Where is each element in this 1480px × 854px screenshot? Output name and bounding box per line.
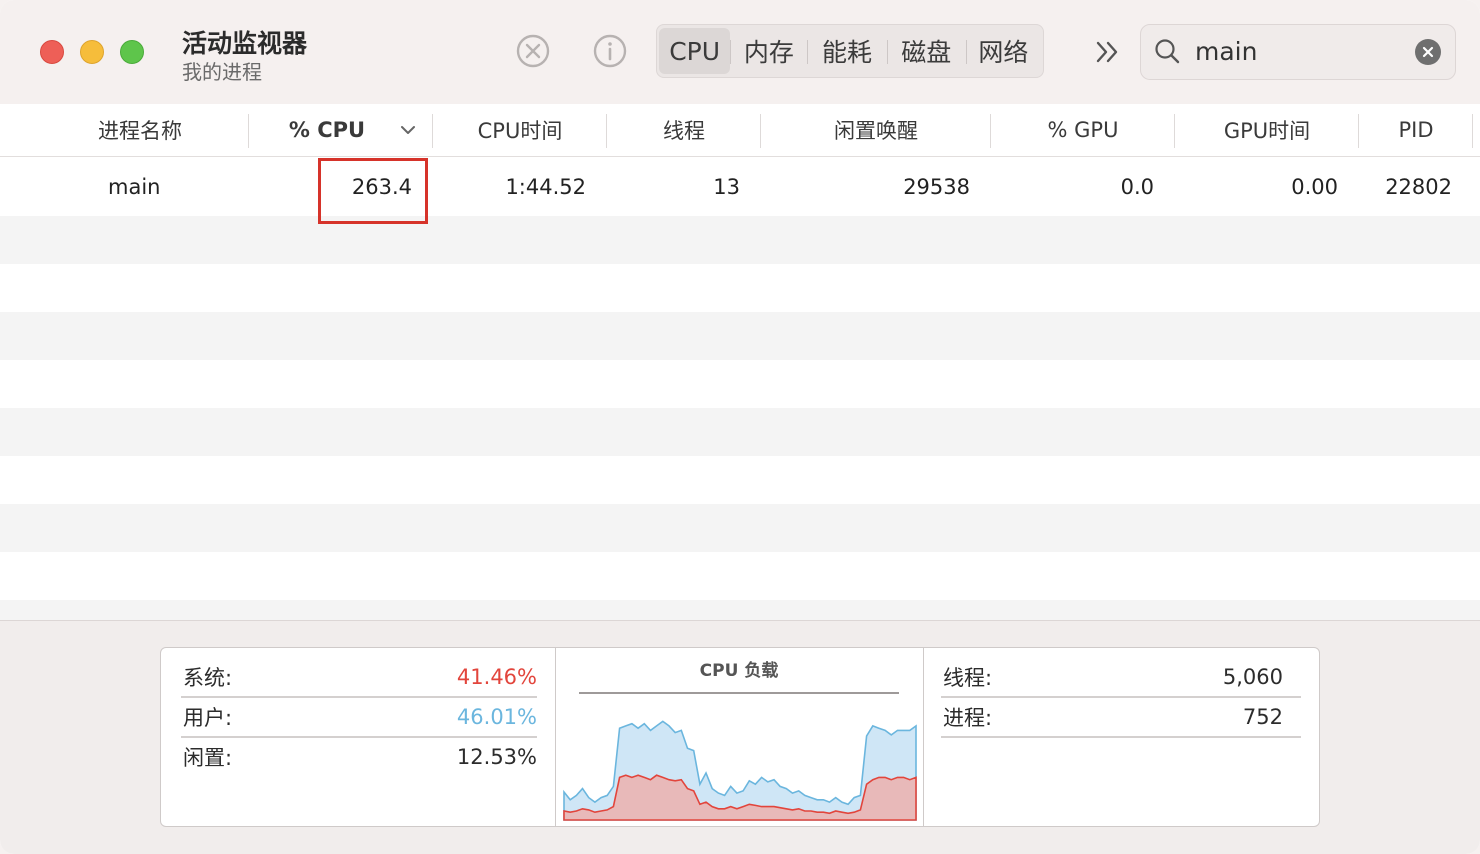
app-title: 活动监视器: [182, 29, 308, 58]
stat-system: 系统: 41.46%: [183, 658, 537, 696]
col-header-idle-wake-ups[interactable]: 闲置唤醒: [762, 104, 990, 156]
column-divider[interactable]: [1472, 114, 1473, 148]
divider: [941, 736, 1301, 738]
stat-system-value: 41.46%: [456, 665, 537, 689]
cpu-load-chart-title: CPU 负载: [699, 661, 779, 681]
stat-idle-value: 12.53%: [456, 745, 537, 769]
empty-row: [0, 264, 1480, 312]
info-circle-icon: [593, 34, 627, 68]
column-divider[interactable]: [760, 114, 761, 148]
col-header-threads[interactable]: 线程: [608, 104, 760, 156]
cell-threads: 13: [713, 175, 740, 199]
info-button[interactable]: [591, 32, 629, 70]
stat-threads: 线程: 5,060: [943, 658, 1283, 696]
empty-row: [0, 312, 1480, 360]
magnifier-icon: [1155, 39, 1180, 64]
pane-divider: [555, 648, 556, 826]
cell-cpu-time: 1:44.52: [505, 175, 586, 199]
cell-gpu-percent: 0.0: [1120, 175, 1154, 199]
column-divider[interactable]: [606, 114, 607, 148]
stat-user: 用户: 46.01%: [183, 698, 537, 736]
column-divider[interactable]: [1358, 114, 1359, 148]
search-field[interactable]: main: [1140, 24, 1456, 80]
stat-processes-value: 752: [1242, 705, 1283, 729]
table-row[interactable]: main 263.4 1:44.52 13 29538 0.0 0.00 228…: [0, 157, 1480, 215]
empty-row: [0, 456, 1480, 504]
maximize-window-button[interactable]: [120, 40, 144, 64]
col-header-gpu-percent[interactable]: % GPU: [992, 104, 1174, 156]
stat-system-label: 系统:: [183, 666, 233, 690]
stat-processes: 进程: 752: [943, 698, 1283, 736]
stat-user-value: 46.01%: [456, 705, 537, 729]
column-divider[interactable]: [1174, 114, 1175, 148]
col-header-pid[interactable]: PID: [1360, 104, 1472, 156]
tab-energy[interactable]: 能耗: [807, 28, 886, 74]
cpu-load-chart: [563, 720, 917, 821]
minimize-window-button[interactable]: [80, 40, 104, 64]
empty-row: [0, 504, 1480, 552]
stat-idle-label: 闲置:: [183, 746, 233, 770]
cpu-value-highlight-box: [318, 158, 428, 224]
col-header-gpu-time[interactable]: GPU时间: [1176, 104, 1358, 156]
tab-cpu[interactable]: CPU: [659, 28, 731, 74]
empty-row: [0, 216, 1480, 264]
stat-idle: 闲置: 12.53%: [183, 738, 537, 776]
empty-row: [0, 600, 1480, 621]
clear-search-button[interactable]: [1415, 39, 1441, 65]
process-table: main 263.4 1:44.52 13 29538 0.0 0.00 228…: [0, 157, 1480, 621]
cell-gpu-time: 0.00: [1291, 175, 1338, 199]
stats-box: 系统: 41.46% 用户: 46.01% 闲置: 12.53% CPU 负载: [160, 647, 1320, 827]
tab-memory[interactable]: 内存: [730, 28, 807, 74]
col-header-cpu-time[interactable]: CPU时间: [434, 104, 606, 156]
cpu-summary-panel: 系统: 41.46% 用户: 46.01% 闲置: 12.53% CPU 负载: [0, 620, 1480, 854]
app-subtitle: 我的进程: [182, 60, 262, 84]
close-window-button[interactable]: [40, 40, 64, 64]
column-divider[interactable]: [990, 114, 991, 148]
stat-threads-value: 5,060: [1222, 665, 1283, 689]
clear-x-icon: [1422, 46, 1434, 58]
cell-idle-wake-ups: 29538: [903, 175, 970, 199]
column-divider[interactable]: [432, 114, 433, 148]
sort-descending-chevron-icon[interactable]: [400, 124, 416, 136]
tab-disk[interactable]: 磁盘: [886, 28, 966, 74]
empty-row: [0, 408, 1480, 456]
view-tabs: CPU 内存 能耗 磁盘 网络: [656, 24, 1044, 78]
col-header-process-name[interactable]: 进程名称: [30, 104, 250, 156]
column-divider[interactable]: [248, 114, 249, 148]
stat-user-label: 用户:: [183, 706, 233, 730]
activity-monitor-window: 活动监视器 我的进程 CPU 内存 能耗 磁盘 网络 main 进程名称 % C…: [0, 0, 1480, 854]
empty-row: [0, 552, 1480, 600]
stop-process-button[interactable]: [514, 32, 552, 70]
empty-row: [0, 360, 1480, 408]
cell-process-name: main: [108, 175, 161, 199]
table-header: 进程名称 % CPU CPU时间 线程 闲置唤醒 % GPU GPU时间 PID: [0, 104, 1480, 157]
double-chevron-right-icon: [1096, 41, 1118, 63]
toolbar: 活动监视器 我的进程 CPU 内存 能耗 磁盘 网络 main: [0, 0, 1480, 105]
stat-processes-label: 进程:: [943, 706, 993, 730]
more-toolbar-button[interactable]: [1090, 36, 1126, 68]
tab-network[interactable]: 网络: [965, 28, 1041, 74]
cell-pid: 22802: [1385, 175, 1452, 199]
stat-threads-label: 线程:: [943, 666, 993, 690]
col-header-cpu-percent[interactable]: % CPU: [250, 104, 404, 156]
search-input[interactable]: main: [1195, 37, 1257, 66]
x-circle-icon: [516, 34, 550, 68]
pane-divider: [923, 648, 924, 826]
chart-title-underline: [579, 692, 899, 694]
